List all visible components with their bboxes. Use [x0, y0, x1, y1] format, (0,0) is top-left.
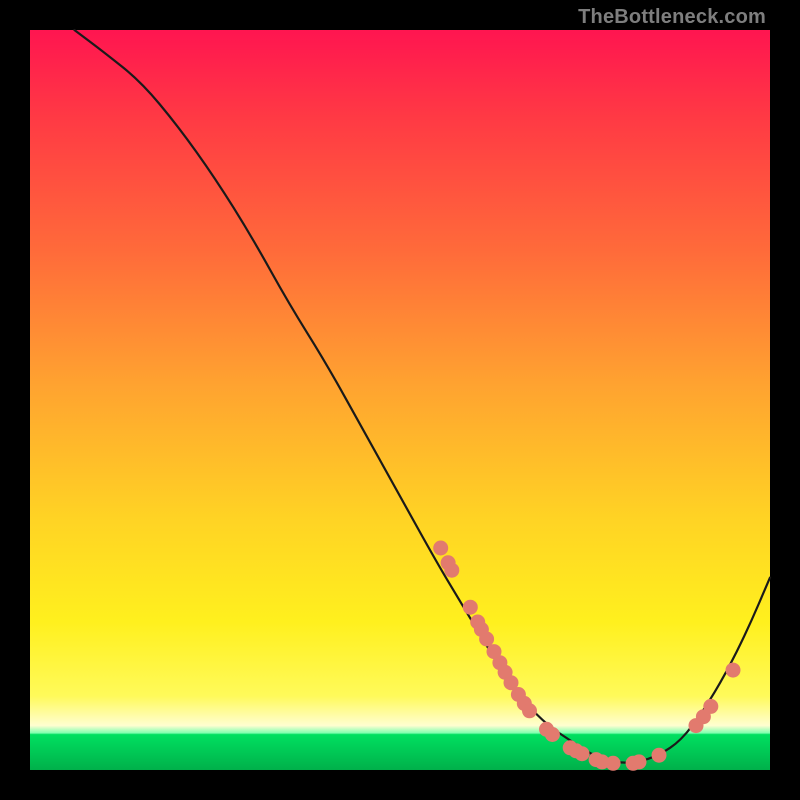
data-point [522, 703, 537, 718]
data-point [703, 699, 718, 714]
data-point [545, 727, 560, 742]
data-point [726, 663, 741, 678]
data-point [433, 541, 448, 556]
data-point [652, 748, 667, 763]
data-points [433, 541, 740, 771]
data-point [479, 632, 494, 647]
data-point [606, 756, 621, 771]
watermark-text: TheBottleneck.com [578, 6, 766, 29]
chart-root: TheBottleneck.com [0, 0, 800, 800]
plot-area [30, 30, 770, 770]
data-point [632, 754, 647, 769]
bottleneck-curve [74, 30, 770, 763]
data-point [444, 563, 459, 578]
data-point [463, 600, 478, 615]
data-point [575, 746, 590, 761]
curve-layer [30, 30, 770, 770]
